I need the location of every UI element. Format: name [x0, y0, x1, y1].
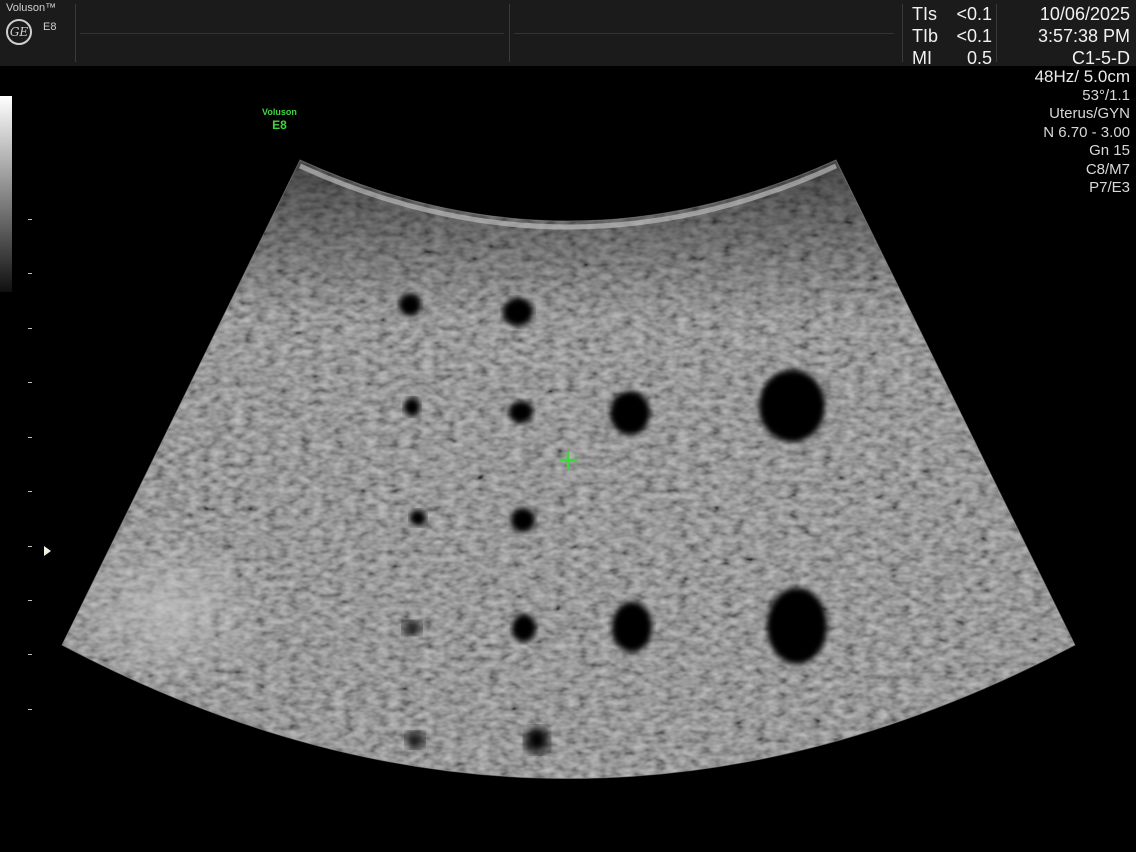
hyperechoic-inclusion — [65, 530, 275, 690]
watermark-line2: E8 — [272, 118, 287, 132]
ultrasound-image[interactable] — [0, 0, 1136, 852]
crosshair-cursor-icon[interactable] — [558, 450, 578, 470]
voluson-watermark: Voluson E8 — [262, 106, 297, 132]
